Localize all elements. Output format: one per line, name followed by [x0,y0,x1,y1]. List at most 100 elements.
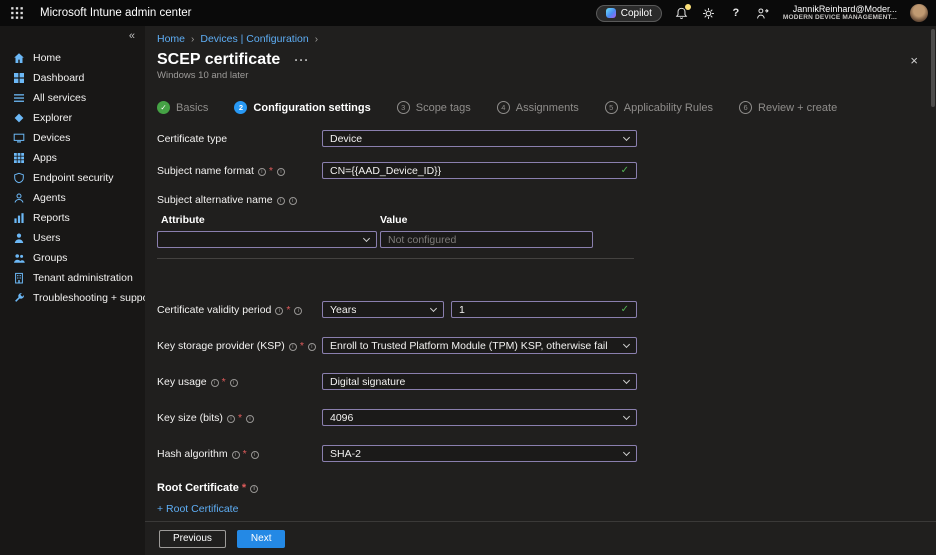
sidebar-item-label: Explorer [33,112,72,124]
breadcrumb-home-link[interactable]: Home [157,33,185,45]
sidebar-item-dashboard[interactable]: Dashboard [0,68,145,88]
required-asterisk [286,304,290,316]
info-icon[interactable] [232,451,240,459]
user-avatar[interactable] [910,4,928,22]
san-table-header: Attribute Value [157,214,634,226]
valid-check-icon [621,304,629,315]
san-value-input[interactable] [380,231,593,248]
configuration-form: Certificate type Device Subject name for… [157,130,936,515]
dashboard-icon [13,72,25,84]
main-content: HomeDevices | Configuration SCEP certifi… [145,26,936,555]
sidebar-item-endpoint-security[interactable]: Endpoint security [0,168,145,188]
form-row-validity-period: Certificate validity period Years [157,301,936,318]
sidebar-item-all-services[interactable]: All services [0,88,145,108]
user-icon [13,232,25,244]
form-row-key-usage: Key usage Digital signature [157,373,936,390]
close-icon[interactable] [910,53,918,68]
copilot-button[interactable]: Copilot [596,5,662,22]
add-root-certificate-link[interactable]: + Root Certificate [157,503,238,515]
sidebar-item-apps[interactable]: Apps [0,148,145,168]
san-value-field[interactable] [388,234,585,246]
info-icon[interactable] [251,451,259,459]
ksp-select[interactable]: Enroll to Trusted Platform Module (TPM) … [322,337,637,354]
sidebar-item-devices[interactable]: Devices [0,128,145,148]
sidebar-item-users[interactable]: Users [0,228,145,248]
step-label: Applicability Rules [624,102,713,114]
account-info[interactable]: JannikReinhard@Moder... MODERN DEVICE MA… [783,4,897,22]
feedback-icon[interactable] [756,6,770,20]
apps-icon [13,152,25,164]
sidebar-item-home[interactable]: Home [0,48,145,68]
certificate-type-select[interactable]: Device [322,130,637,147]
chevron-down-icon [623,340,630,347]
step-number-icon: 3 [397,101,410,114]
info-icon[interactable] [258,168,266,176]
step-review-create[interactable]: 6 Review + create [739,101,837,114]
sidebar-item-agents[interactable]: Agents [0,188,145,208]
info-icon[interactable] [277,168,285,176]
shield-icon [13,172,25,184]
info-icon[interactable] [275,307,283,315]
hash-algorithm-label: Hash algorithm [157,448,322,460]
step-configuration-settings[interactable]: 2 Configuration settings [234,101,370,114]
sidebar-item-reports[interactable]: Reports [0,208,145,228]
previous-button[interactable]: Previous [159,530,226,548]
key-usage-select[interactable]: Digital signature [322,373,637,390]
info-icon[interactable] [308,343,316,351]
san-table: Attribute Value [157,214,634,259]
copilot-icon [606,8,616,18]
info-icon[interactable] [277,197,285,205]
subject-name-format-label: Subject name format [157,165,322,177]
hash-algorithm-select[interactable]: SHA-2 [322,445,637,462]
sidebar-item-groups[interactable]: Groups [0,248,145,268]
scrollbar[interactable] [931,29,935,107]
san-attribute-select[interactable] [157,231,377,248]
info-icon[interactable] [289,343,297,351]
step-check-icon: ✓ [157,101,170,114]
sidebar-item-troubleshooting-support[interactable]: Troubleshooting + support [0,288,145,308]
next-button[interactable]: Next [237,530,286,548]
wrench-icon [13,292,25,304]
key-size-select[interactable]: 4096 [322,409,637,426]
waffle-menu-icon[interactable] [10,6,24,20]
form-row-ksp: Key storage provider (KSP) Enroll to Tru… [157,337,936,354]
info-icon[interactable] [250,485,258,493]
sidebar-item-label: All services [33,92,86,104]
validity-value-input[interactable] [451,301,637,318]
breadcrumb-separator-icon [185,33,200,45]
collapse-sidebar-icon[interactable] [129,30,135,42]
required-asterisk [242,482,246,494]
help-icon[interactable] [729,6,743,20]
sidebar-item-tenant-administration[interactable]: Tenant administration [0,268,145,288]
building-icon [13,272,25,284]
info-icon[interactable] [289,197,297,205]
validity-value-field[interactable] [459,304,615,316]
step-applicability-rules[interactable]: 5 Applicability Rules [605,101,713,114]
info-icon[interactable] [227,415,235,423]
sidebar-item-explorer[interactable]: Explorer [0,108,145,128]
notifications-bell-icon[interactable] [675,6,689,20]
breadcrumb-devices-configuration-link[interactable]: Devices | Configuration [200,33,308,45]
more-menu-icon[interactable] [294,53,309,67]
wizard-steps: ✓ Basics 2 Configuration settings 3 Scop… [157,101,936,114]
form-row-subject-name-format: Subject name format [157,162,936,179]
info-icon[interactable] [211,379,219,387]
subject-name-format-input[interactable] [322,162,637,179]
info-icon[interactable] [230,379,238,387]
subject-name-format-field[interactable] [330,165,615,177]
bar-chart-icon [13,212,25,224]
step-scope-tags[interactable]: 3 Scope tags [397,101,471,114]
sidebar-item-label: Troubleshooting + support [33,292,155,304]
chevron-down-icon [430,304,437,311]
validity-unit-select[interactable]: Years [322,301,444,318]
info-icon[interactable] [246,415,254,423]
required-asterisk [243,448,247,460]
step-assignments[interactable]: 4 Assignments [497,101,579,114]
explorer-icon [13,112,25,124]
notification-badge [685,4,691,10]
user-email: JannikReinhard@Moder... [783,4,897,14]
info-icon[interactable] [294,307,302,315]
step-basics[interactable]: ✓ Basics [157,101,208,114]
root-certificate-heading: Root Certificate [157,482,936,494]
settings-gear-icon[interactable] [702,6,716,20]
